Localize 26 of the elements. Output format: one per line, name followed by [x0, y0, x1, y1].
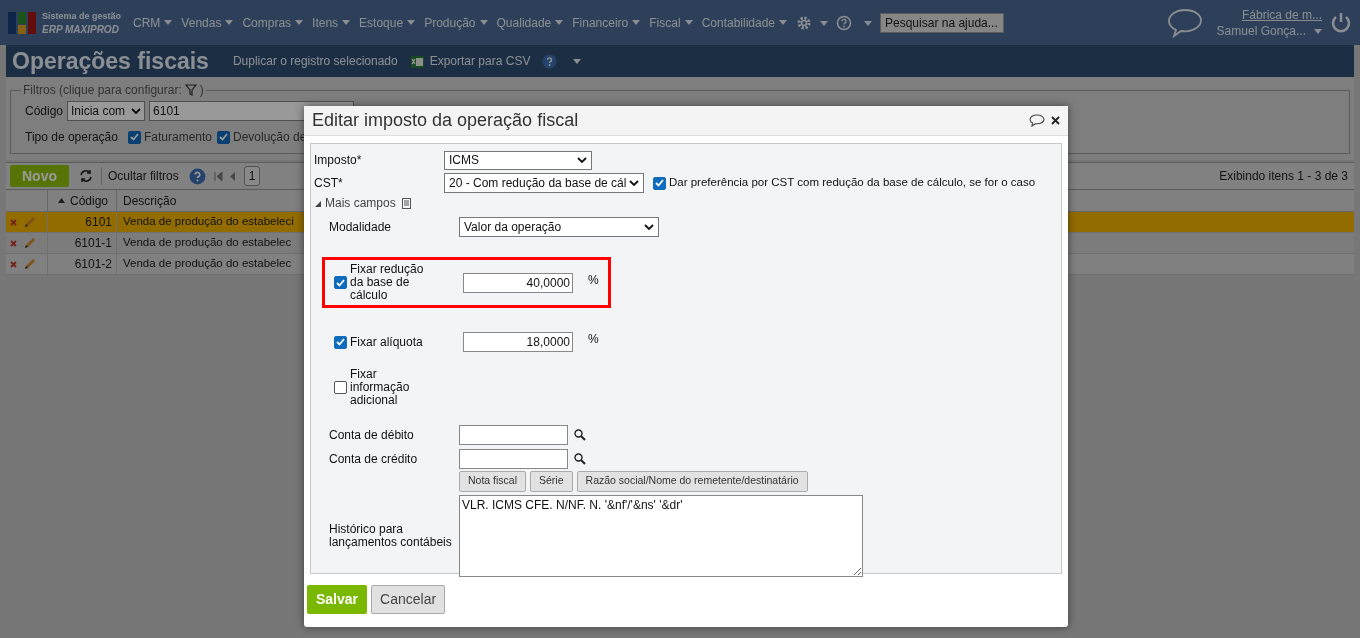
checkbox-label: Fixar redução da base de cálculo [350, 263, 425, 302]
logo-title: ERP MAXIPROD [42, 22, 120, 36]
filter-legend: ) [199, 81, 204, 99]
item-count-text: Exibindo itens 1 - 3 de 3 [1219, 168, 1348, 185]
checkbox-label: Dar preferência por CST com redução da base de cálculo, se for o caso [669, 175, 1036, 191]
checkbox-label: Fixar informação adicional [350, 368, 411, 407]
field-label: Imposto* [314, 152, 363, 169]
table-cell: 6101 [48, 212, 117, 232]
checkbox-label: Faturamento [143, 129, 212, 146]
field-label: Tipo de operação [25, 129, 118, 146]
logo-subtitle: Sistema de gestão [42, 9, 122, 23]
table-cell-text: Venda de produção do estabelec [122, 256, 292, 272]
field-label: CST* [314, 175, 344, 192]
page-title: Operações fiscais [12, 46, 209, 76]
unit-label: % [588, 331, 599, 348]
field-label: Histórico para lançamentos contábeis [329, 523, 453, 549]
field-label: Código [25, 103, 64, 120]
field-label: Conta de débito [329, 427, 415, 444]
table-cell: 6101-2 [48, 254, 117, 274]
table-cell-text: Venda de produção do estabelec [122, 235, 292, 251]
field-label: Modalidade [329, 219, 393, 236]
unit-label: % [588, 271, 599, 289]
table-cell: 6101-1 [48, 233, 117, 253]
field-label: Conta de crédito [329, 451, 419, 468]
table-cell-text: Venda de produção do estabeleci [122, 214, 294, 230]
checkbox-label: Fixar alíquota [350, 335, 424, 349]
